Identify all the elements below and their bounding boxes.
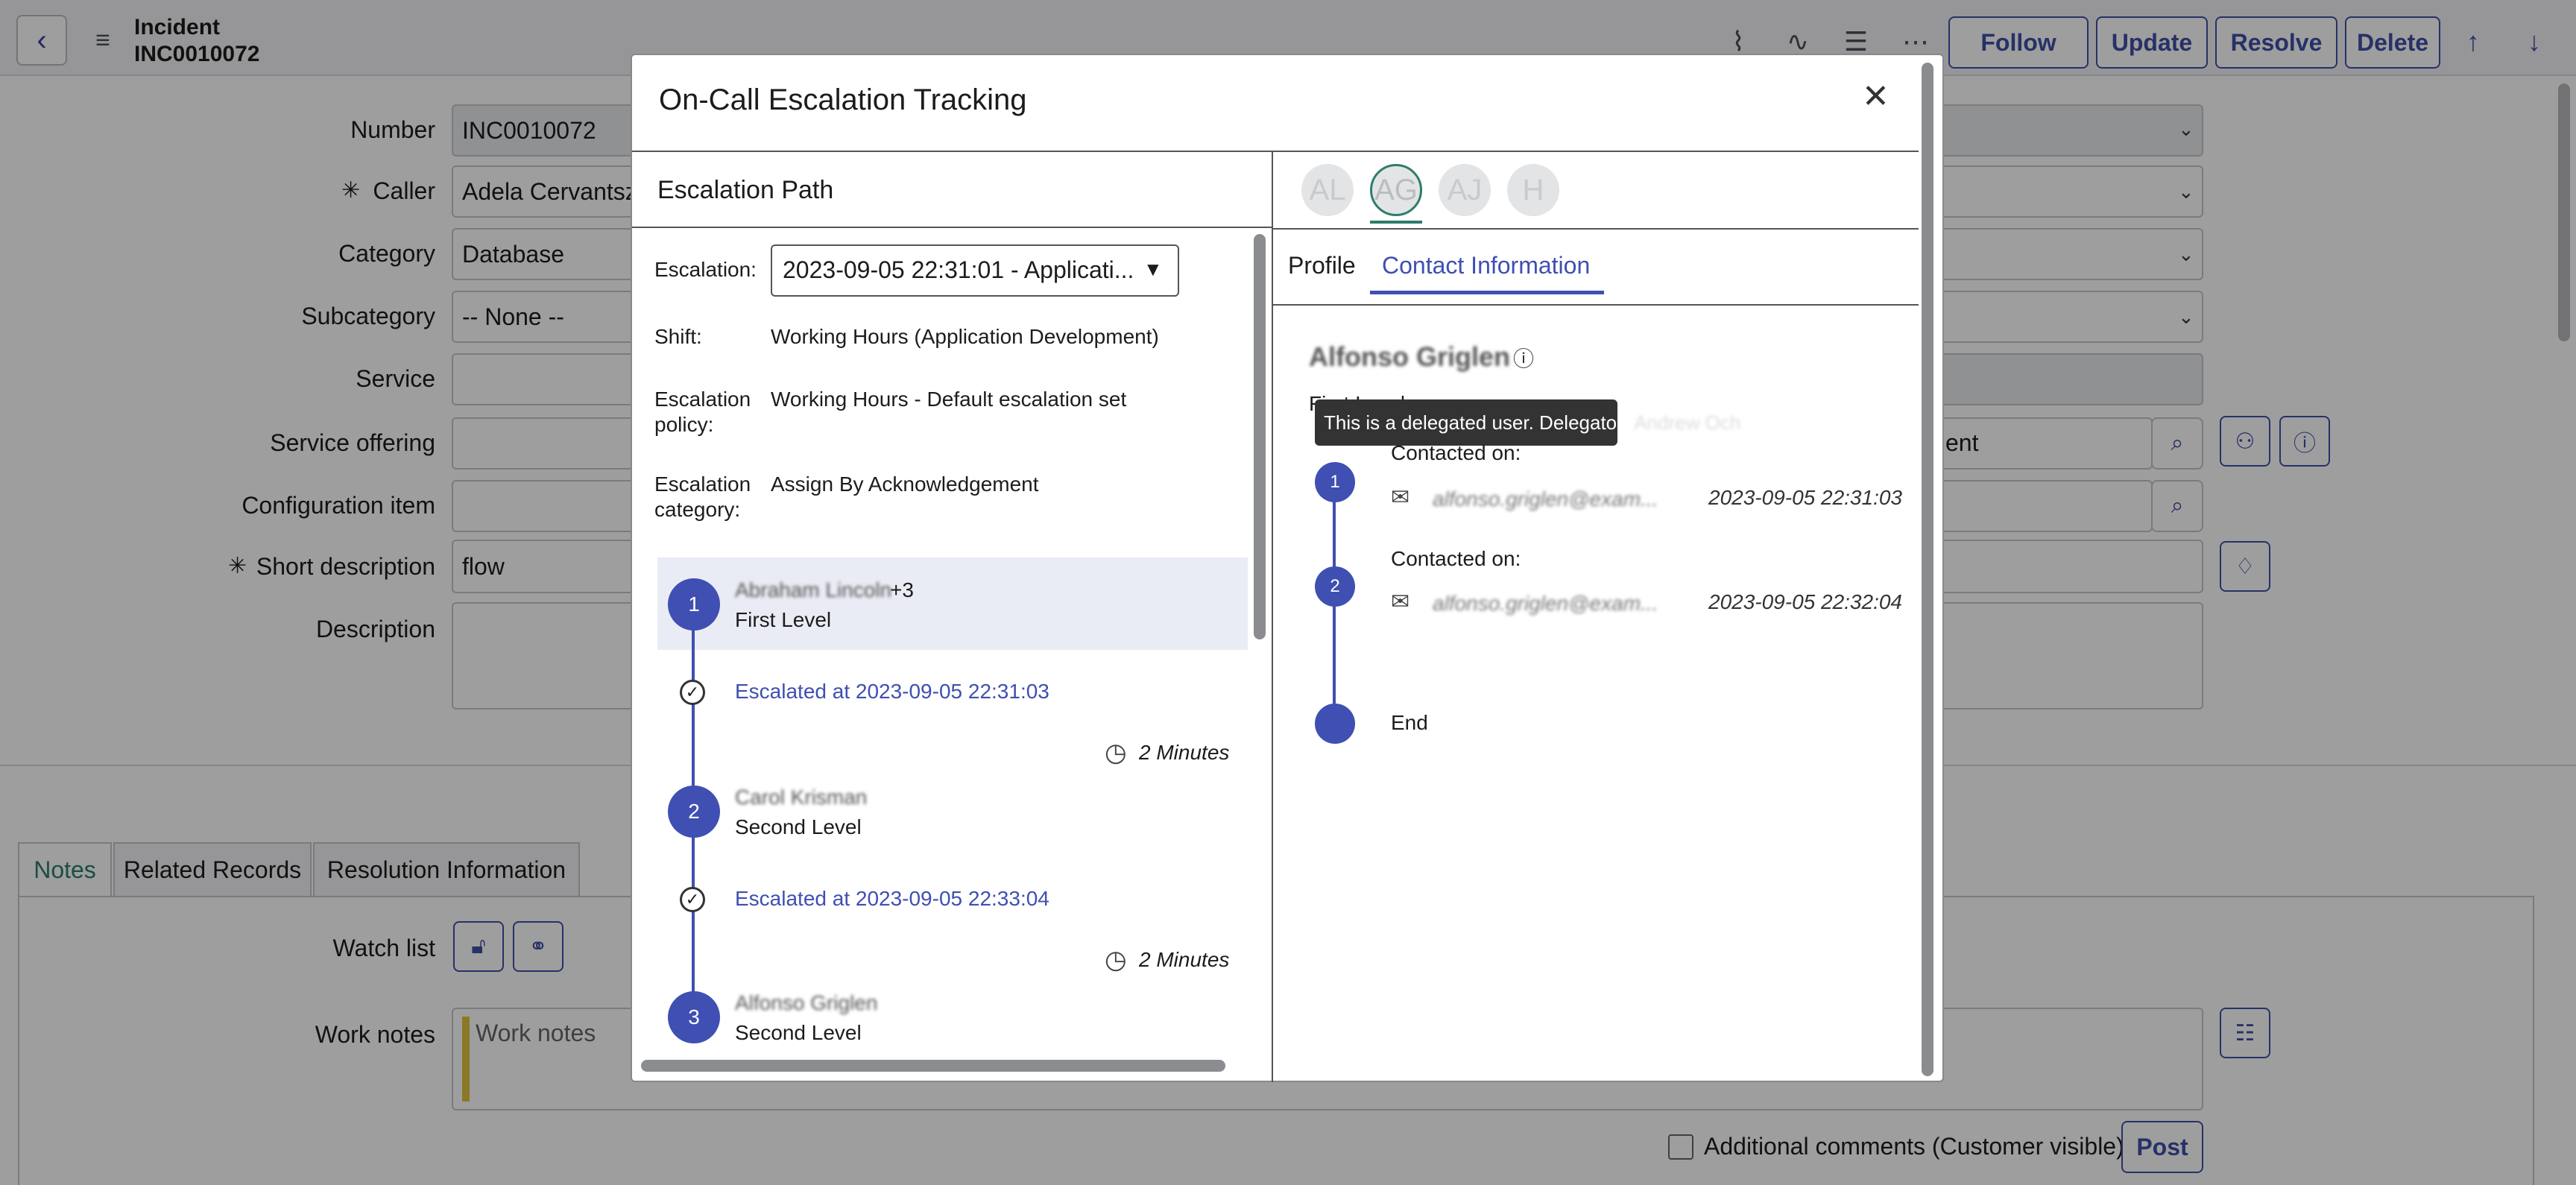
end-node bbox=[1315, 704, 1355, 744]
check-circle-icon: ✓ bbox=[680, 680, 705, 705]
escalation-path-title: Escalation Path bbox=[657, 176, 834, 204]
level-1-label: First Level bbox=[735, 608, 832, 631]
active-tab-indicator bbox=[1370, 291, 1604, 294]
level-number-1: 1 bbox=[668, 578, 720, 631]
level-1-duration: 2 Minutes bbox=[1139, 741, 1230, 764]
category-value: Assign By Acknowledgement bbox=[771, 473, 1039, 496]
level-1-extra: +3 bbox=[890, 578, 914, 601]
modal-column-divider bbox=[1272, 151, 1273, 1082]
contact-2-email: alfonso.griglen@exam... bbox=[1433, 592, 1658, 615]
left-horizontal-scrollbar[interactable] bbox=[641, 1060, 1225, 1072]
person-name: Alfonso Griglen bbox=[1309, 341, 1510, 372]
avatar-h[interactable]: H bbox=[1507, 164, 1559, 216]
category-label-2: category: bbox=[654, 498, 741, 521]
section-divider bbox=[632, 227, 1272, 228]
tooltip-delegator: Andrew Och bbox=[1634, 411, 1741, 434]
modal-scrollbar[interactable] bbox=[1922, 63, 1933, 1076]
contact-number-2: 2 bbox=[1315, 566, 1355, 607]
escalation-modal: On-Call Escalation Tracking ✕ Escalation… bbox=[631, 54, 1944, 1082]
tooltip-text: This is a delegated user. Delegator: bbox=[1324, 411, 1629, 434]
clock-icon: ◷ bbox=[1105, 739, 1127, 767]
modal-title: On-Call Escalation Tracking bbox=[659, 83, 1027, 116]
close-icon[interactable]: ✕ bbox=[1862, 78, 1890, 116]
modal-header-divider bbox=[632, 151, 1919, 152]
tab-contact-information[interactable]: Contact Information bbox=[1382, 252, 1590, 279]
level-3-name: Alfonso Griglen bbox=[735, 991, 878, 1014]
level-2-name: Carol Krisman bbox=[735, 786, 868, 809]
avatar-ag-selected[interactable]: AG bbox=[1370, 164, 1422, 216]
contact-number-1: 1 bbox=[1315, 462, 1355, 502]
level-3-label: Second Level bbox=[735, 1021, 862, 1044]
policy-value: Working Hours - Default escalation set bbox=[771, 388, 1127, 411]
avatar-aj[interactable]: AJ bbox=[1439, 164, 1491, 216]
level-number-3: 3 bbox=[668, 991, 720, 1043]
clock-icon: ◷ bbox=[1105, 946, 1127, 974]
info-icon[interactable]: ⓘ bbox=[1513, 343, 1534, 373]
escalation-label: Escalation: bbox=[654, 258, 757, 281]
contact-1-time: 2023-09-05 22:31:03 bbox=[1708, 486, 1902, 509]
section-divider bbox=[1273, 304, 1919, 306]
contact-1-email: alfonso.griglen@exam... bbox=[1433, 487, 1658, 511]
caret-down-icon: ▼ bbox=[1143, 258, 1163, 280]
level-2-label: Second Level bbox=[735, 815, 862, 838]
delegated-user-tooltip: This is a delegated user. Delegator: And… bbox=[1315, 399, 1740, 446]
category-label-1: Escalation bbox=[654, 473, 751, 496]
escalation-select[interactable]: 2023-09-05 22:31:01 - Applicati... bbox=[771, 244, 1179, 297]
left-vertical-scrollbar[interactable] bbox=[1254, 234, 1266, 639]
level-2-escalated: Escalated at 2023-09-05 22:33:04 bbox=[735, 887, 1049, 910]
email-icon: ✉ bbox=[1391, 590, 1410, 614]
escalation-select-value: 2023-09-05 22:31:01 - Applicati... bbox=[783, 256, 1134, 283]
policy-label-1: Escalation bbox=[654, 388, 751, 411]
level-2-duration: 2 Minutes bbox=[1139, 948, 1230, 971]
level-number-2: 2 bbox=[668, 786, 720, 838]
level-row-selected[interactable] bbox=[657, 557, 1248, 650]
email-icon: ✉ bbox=[1391, 485, 1410, 510]
contact-2-label: Contacted on: bbox=[1391, 547, 1521, 570]
end-label: End bbox=[1391, 711, 1428, 734]
check-circle-icon: ✓ bbox=[680, 887, 705, 912]
level-1-escalated: Escalated at 2023-09-05 22:31:03 bbox=[735, 680, 1049, 703]
policy-label-2: policy: bbox=[654, 413, 714, 436]
tab-profile[interactable]: Profile bbox=[1288, 252, 1356, 279]
contact-1-label: Contacted on: bbox=[1391, 441, 1521, 464]
contact-timeline-line bbox=[1333, 487, 1336, 726]
contact-2-time: 2023-09-05 22:32:04 bbox=[1708, 590, 1902, 613]
avatar-al[interactable]: AL bbox=[1301, 164, 1354, 216]
level-1-name: Abraham Lincoln bbox=[735, 578, 892, 601]
shift-value: Working Hours (Application Development) bbox=[771, 325, 1159, 348]
section-divider bbox=[1273, 228, 1919, 230]
shift-label: Shift: bbox=[654, 325, 702, 348]
avatar-selected-indicator bbox=[1370, 221, 1422, 224]
